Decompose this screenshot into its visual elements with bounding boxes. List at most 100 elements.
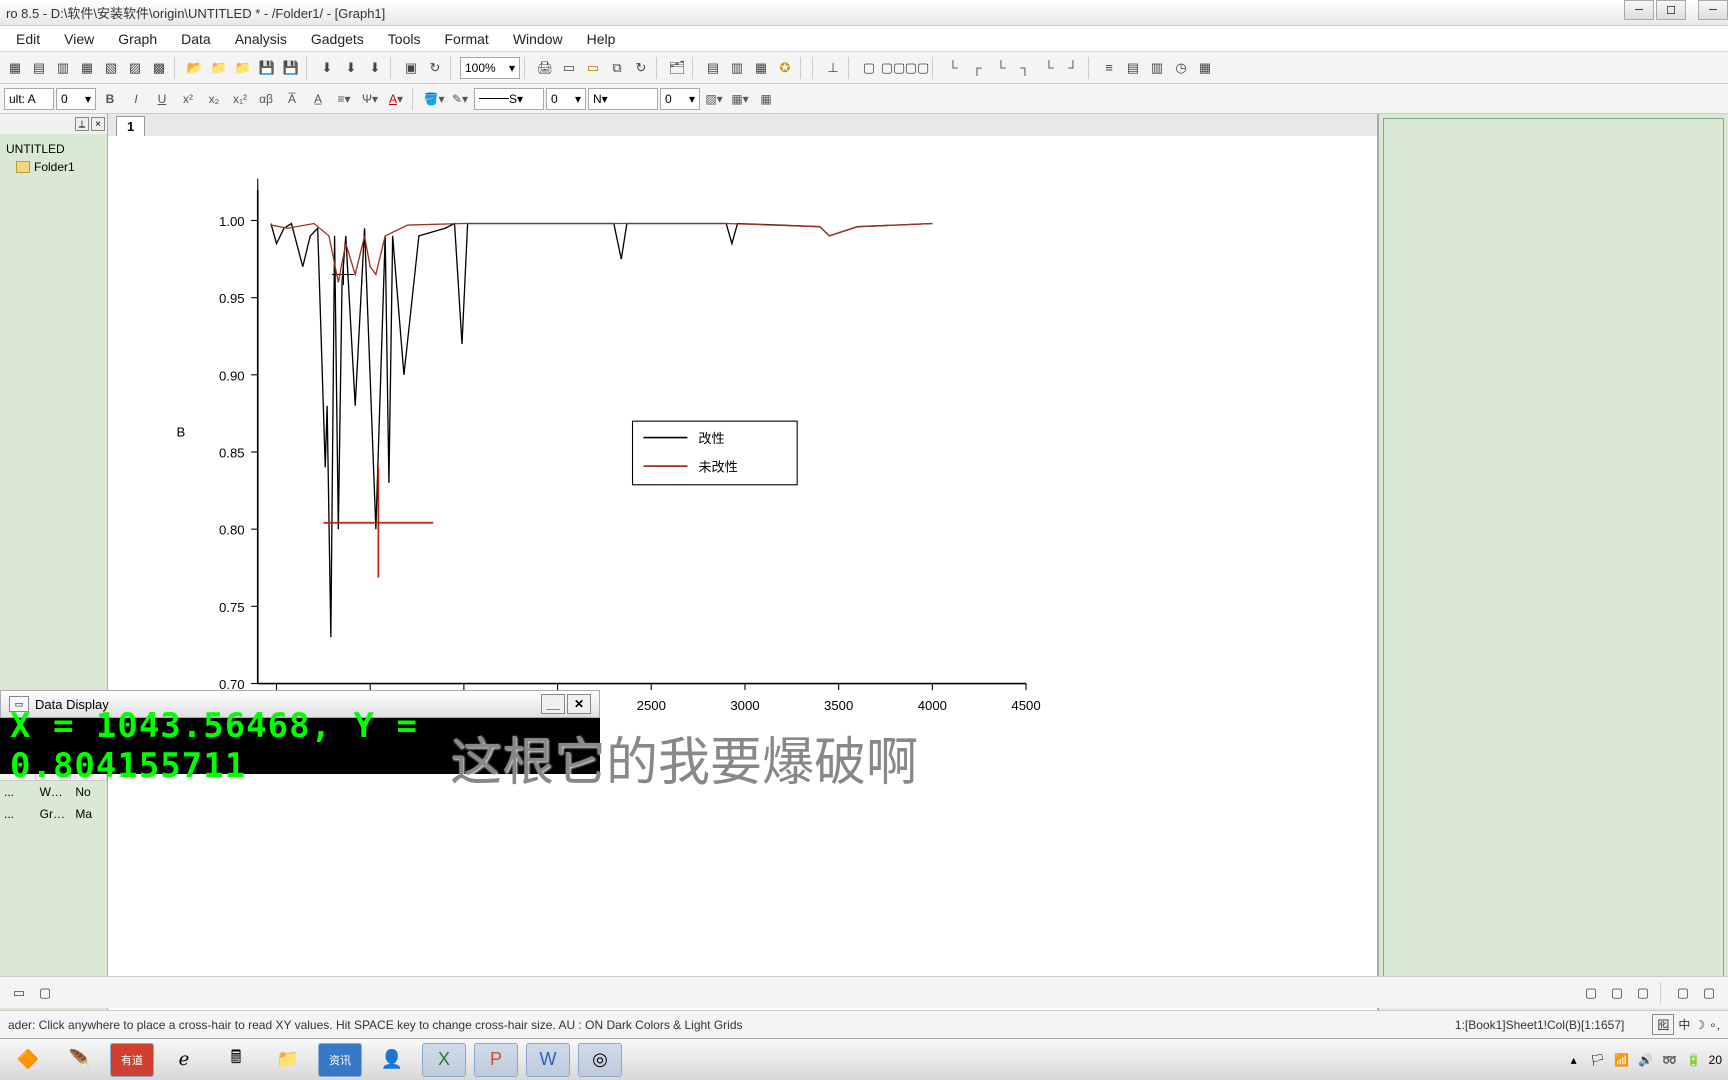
import-wizard-icon[interactable]: ⬇ [364,57,386,79]
tray-vol-icon[interactable]: 🔊 [1637,1051,1655,1069]
menu-graph[interactable]: Graph [106,27,169,51]
subsuper-button[interactable]: x₁² [228,88,252,110]
frame6-icon[interactable]: ┘ [1062,57,1084,79]
menu-format[interactable]: Format [432,27,500,51]
tray-up-icon[interactable]: ▴ [1565,1051,1583,1069]
project-explorer-icon[interactable]: 🗂 [666,57,688,79]
open-excel-icon[interactable]: 📁 [232,57,254,79]
import-icon[interactable]: ⬇ [316,57,338,79]
recalc-icon[interactable]: ↻ [424,57,446,79]
refresh-icon[interactable]: ↻ [630,57,652,79]
table-button[interactable]: ▦▾ [728,88,752,110]
menu-analysis[interactable]: Analysis [223,27,299,51]
slide-icon[interactable]: ▭ [558,57,580,79]
font-dec-button[interactable]: A̲ [306,88,330,110]
new-graph-icon[interactable]: ▥ [52,57,74,79]
ime-indicator[interactable]: 囮 [1652,1014,1674,1035]
zoom-combo[interactable]: 100%▾ [460,57,520,79]
font-inc-button[interactable]: A̅ [280,88,304,110]
taskbar-app-1[interactable]: 🔶 [6,1043,50,1077]
import-multi-icon[interactable]: ⬇ [340,57,362,79]
greek-button[interactable]: αβ [254,88,278,110]
taskbar-app-word[interactable]: W [526,1043,570,1077]
line-width-combo[interactable]: 0▾ [546,88,586,110]
new-notes-icon[interactable]: ▨ [124,57,146,79]
open-icon[interactable]: 📂 [184,57,206,79]
results-icon[interactable]: ▤ [702,57,724,79]
ime-moon-icon[interactable]: ☽ [1694,1018,1705,1032]
duplicate-icon[interactable]: ⧉ [606,57,628,79]
subscript-button[interactable]: x₂ [202,88,226,110]
taskbar[interactable]: 🔶 🪶 有道 ℯ 🖩 📁 资讯 👤 X P W ◎ ▴ 🏳 📶 🔊 ➿ 🔋 20 [0,1038,1728,1080]
layer2-icon[interactable]: ▢▢ [882,57,904,79]
num2-combo[interactable]: 0▾ [660,88,700,110]
new-matrix-icon[interactable]: ▦ [76,57,98,79]
child-minimize-button[interactable]: ─ [1698,0,1728,20]
save-icon[interactable]: 💾 [256,57,278,79]
messages-icon[interactable]: ▦ [750,57,772,79]
new-layout-icon[interactable]: ▧ [100,57,122,79]
frame5-icon[interactable]: └ [1038,57,1060,79]
menu-view[interactable]: View [52,27,106,51]
new-workbook-icon[interactable]: ▤ [28,57,50,79]
open-template-icon[interactable]: 📁 [208,57,230,79]
bt-ico-4[interactable]: ▢ [1606,982,1628,1004]
line-color-button[interactable]: ✎▾ [448,88,472,110]
tray-batt-icon[interactable]: 🔋 [1685,1051,1703,1069]
project-tree[interactable]: UNTITLED Folder1 [0,134,107,756]
bt-ico-2[interactable]: ▢ [34,982,56,1004]
grid4-icon[interactable]: ▦ [1194,57,1216,79]
ime-dots-icon[interactable]: ∘, [1709,1018,1720,1032]
taskbar-app-news[interactable]: 资讯 [318,1043,362,1077]
grid1-icon[interactable]: ≡ [1098,57,1120,79]
save-template-icon[interactable]: 💾 [280,57,302,79]
underline-button[interactable]: U [150,88,174,110]
layer-tab-1[interactable]: 1 [116,116,145,136]
taskbar-app-ppt[interactable]: P [474,1043,518,1077]
bt-ico-1[interactable]: ▭ [8,982,30,1004]
print-icon[interactable]: 🖨 [534,57,556,79]
font-combo[interactable]: ult: A [4,88,54,110]
tray-bt-icon[interactable]: ➿ [1661,1051,1679,1069]
symbol-button[interactable]: Ψ▾ [358,88,382,110]
help-icon[interactable]: ✪ [774,57,796,79]
hatch-button[interactable]: ▨▾ [702,88,726,110]
menu-gadgets[interactable]: Gadgets [299,27,376,51]
bt-ico-5[interactable]: ▢ [1632,982,1654,1004]
batch-icon[interactable]: ▣ [400,57,422,79]
clock-icon[interactable]: ◷ [1170,57,1192,79]
frame3-icon[interactable]: └ [990,57,1012,79]
list-item[interactable]: ...Gra...Ma [0,803,107,825]
system-tray[interactable]: ▴ 🏳 📶 🔊 ➿ 🔋 20 [1565,1051,1722,1069]
menu-tools[interactable]: Tools [376,27,433,51]
slide2-icon[interactable]: ▭ [582,57,604,79]
taskbar-app-calc[interactable]: 🖩 [214,1043,258,1077]
menu-edit[interactable]: Edit [4,27,52,51]
line-style-combo[interactable]: S▾ [474,88,544,110]
taskbar-app-2[interactable]: 🪶 [58,1043,102,1077]
taskbar-app-ie[interactable]: ℯ [162,1043,206,1077]
taskbar-app-3[interactable]: 有道 [110,1043,154,1077]
frame4-icon[interactable]: ┐ [1014,57,1036,79]
grid2-icon[interactable]: ▤ [1122,57,1144,79]
maximize-button[interactable]: ☐ [1656,0,1686,20]
plot-canvas[interactable]: 0.700.750.800.850.900.951.00500100015002… [148,154,1048,774]
ime-lang[interactable]: 中 [1678,1016,1690,1033]
code-icon[interactable]: ▥ [726,57,748,79]
pattern-combo[interactable]: N▾ [588,88,658,110]
sidebar-close-icon[interactable]: × [91,117,105,131]
taskbar-app-origin[interactable]: ◎ [578,1043,622,1077]
tray-net-icon[interactable]: 📶 [1613,1051,1631,1069]
bt-ico-7[interactable]: ▢ [1698,982,1720,1004]
taskbar-app-explorer[interactable]: 📁 [266,1043,310,1077]
bt-ico-3[interactable]: ▢ [1580,982,1602,1004]
taskbar-app-excel[interactable]: X [422,1043,466,1077]
minimize-button[interactable]: ─ [1624,0,1654,20]
font-size-combo[interactable]: 0▾ [56,88,96,110]
frame2-icon[interactable]: ┌ [966,57,988,79]
bt-ico-6[interactable]: ▢ [1672,982,1694,1004]
graph-window[interactable]: 1 0.700.750.800.850.900.951.005001000150… [108,114,1378,1036]
palette-button[interactable]: ▦ [754,88,778,110]
align-button[interactable]: ≡▾ [332,88,356,110]
layer3-icon[interactable]: ▢▢ [906,57,928,79]
